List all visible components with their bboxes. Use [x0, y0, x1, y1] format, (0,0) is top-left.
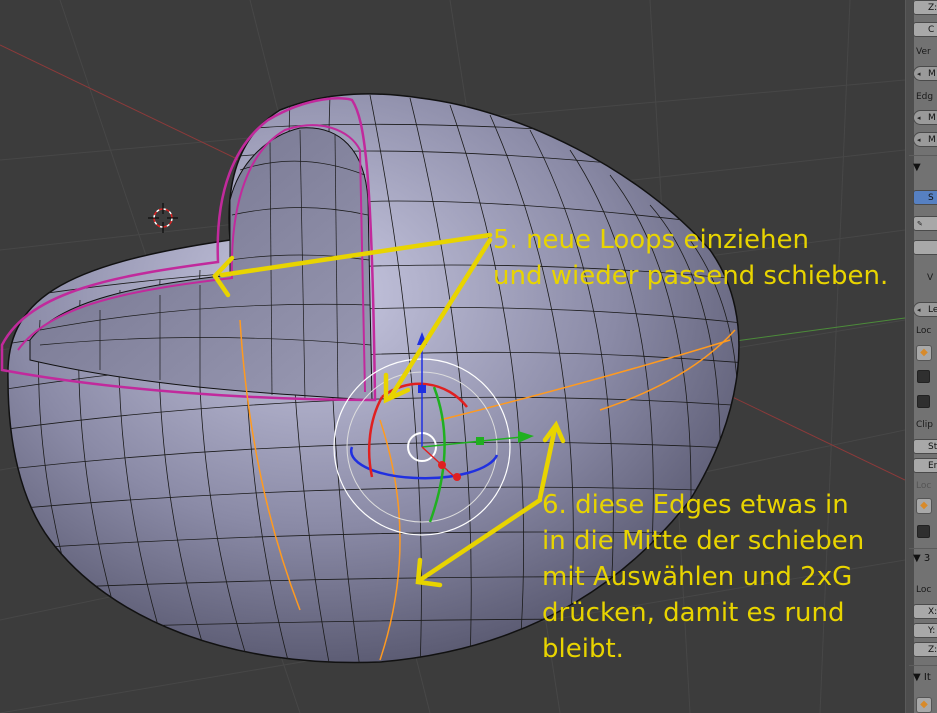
annotation-step6-line4: drücken, damit es rund	[542, 598, 845, 628]
pencil-icon: ✎	[917, 220, 923, 228]
section-3d-cursor[interactable]: ▼ 3	[913, 553, 930, 564]
edge-mode-label-1: M	[928, 113, 936, 123]
checkbox-2[interactable]	[917, 395, 930, 408]
annotation-step6: 6. diese Edges etwas in in die Mitte der…	[542, 487, 864, 667]
blender-window: 5. neue Loops einziehen und wieder passe…	[0, 0, 937, 713]
section-item-label: It	[923, 672, 931, 683]
lens-field[interactable]: ◂ Le	[913, 302, 937, 317]
section-toggle[interactable]: ▼	[913, 162, 921, 173]
location-label: Loc	[916, 585, 932, 595]
local-label-2: Loc	[916, 481, 932, 491]
annotation-step6-line5: bleibt.	[542, 634, 624, 664]
selected-mode-button[interactable]: S	[913, 190, 937, 205]
edge-label: Edg	[916, 92, 934, 102]
annotation-step5-line2: und wieder passend schieben.	[493, 261, 889, 291]
section-item[interactable]: ▼ It	[913, 672, 931, 683]
v-label: V	[927, 273, 934, 283]
vertex-mode-button[interactable]: ◂ M	[913, 66, 937, 81]
section-3d-cursor-label: 3	[923, 553, 931, 564]
cursor-z-field[interactable]: Z:	[913, 642, 937, 657]
panel-divider	[909, 155, 937, 156]
pencil-tool-button[interactable]: ✎	[913, 216, 937, 231]
arrow-left-icon: ◂	[917, 70, 921, 78]
annotation-step6-line3: mit Auswählen und 2xG	[542, 562, 853, 592]
vertex-mode-label: M	[928, 69, 936, 79]
arrow-left-icon: ◂	[917, 114, 921, 122]
checkbox-1[interactable]	[917, 370, 930, 383]
clip-start-field[interactable]: St	[913, 439, 937, 454]
edge-mode-label-2: M	[928, 135, 936, 145]
vertex-label: Ver	[916, 47, 931, 57]
cursor-x-field[interactable]: X:	[913, 604, 937, 619]
annotation-step5-line1: 5. neue Loops einziehen	[493, 225, 809, 255]
annotation-step5: 5. neue Loops einziehen und wieder passe…	[493, 222, 888, 294]
cube-icon[interactable]: ◆	[916, 345, 932, 361]
z-value-field[interactable]: Z:	[913, 0, 937, 15]
triangle-down-icon: ▼	[913, 553, 924, 564]
lens-label: Le	[928, 305, 937, 315]
3d-viewport[interactable]: 5. neue Loops einziehen und wieder passe…	[0, 0, 905, 713]
cursor-y-field[interactable]: Y:	[913, 623, 937, 638]
clip-end-field[interactable]: En	[913, 458, 937, 473]
annotation-step6-line2: in die Mitte der schieben	[542, 526, 865, 556]
edge-mode-button-2[interactable]: ◂ M	[913, 132, 937, 147]
cube-icon-2[interactable]: ◆	[916, 498, 932, 514]
clip-label: Clip	[916, 420, 933, 430]
top-button[interactable]: C	[913, 22, 937, 37]
3d-cursor[interactable]	[148, 203, 178, 233]
annotation-step6-line1: 6. diese Edges etwas in	[542, 490, 849, 520]
checkbox-3[interactable]	[917, 525, 930, 538]
panel-divider-2	[909, 548, 937, 549]
edge-mode-button-1[interactable]: ◂ M	[913, 110, 937, 125]
arrow-left-icon: ◂	[917, 306, 921, 314]
empty-button[interactable]	[913, 240, 937, 255]
panel-divider-3	[909, 665, 937, 666]
local-label-1: Loc	[916, 326, 932, 336]
arrow-left-icon: ◂	[917, 136, 921, 144]
triangle-down-icon: ▼	[913, 672, 924, 683]
object-icon[interactable]: ◆	[916, 697, 932, 713]
